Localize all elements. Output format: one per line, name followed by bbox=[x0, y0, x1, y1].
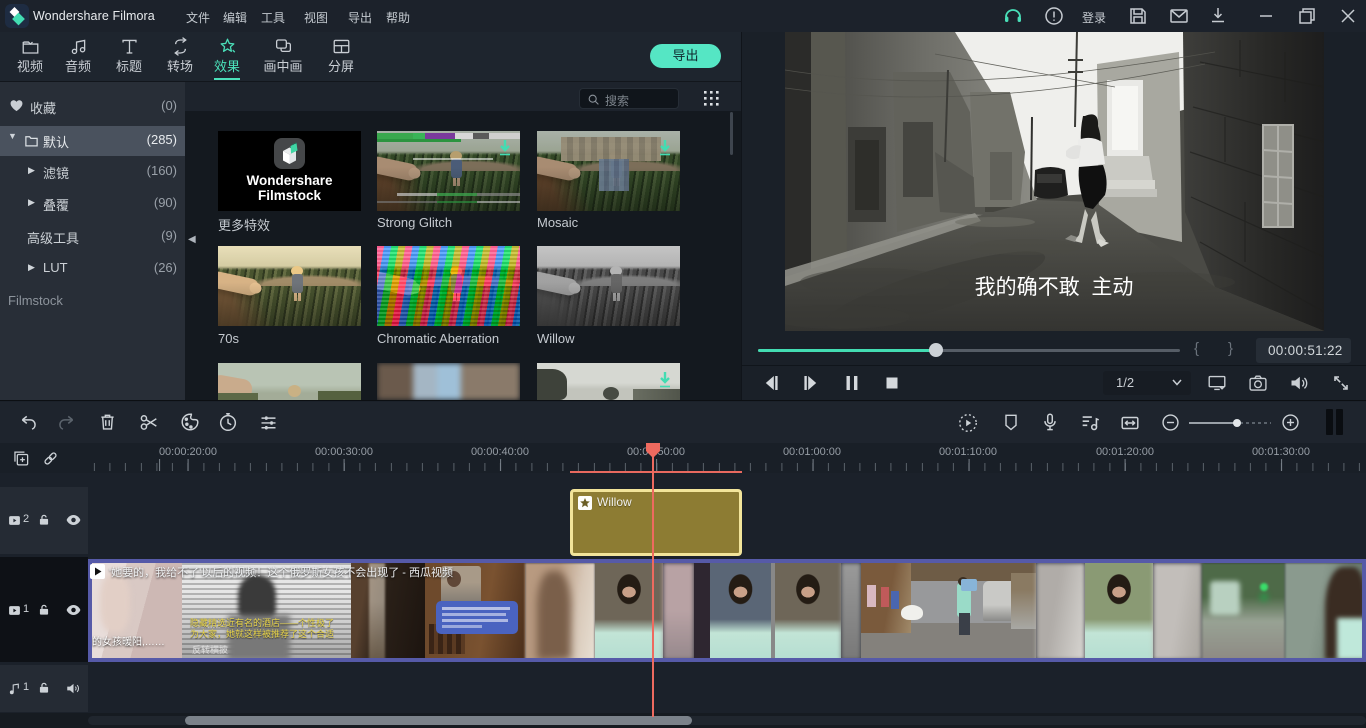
svg-text:我的确不敢 主动: 我的确不敢 主动 bbox=[975, 276, 1134, 299]
